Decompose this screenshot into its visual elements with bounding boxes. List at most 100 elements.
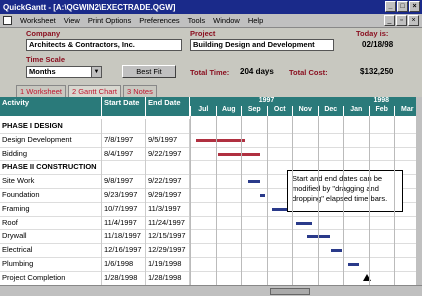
activity-cell[interactable]: Drywall: [0, 229, 102, 244]
table-row[interactable]: Plumbing 1/6/1998 1/19/1998: [0, 257, 416, 271]
month-gridline: [317, 116, 319, 285]
end-date-cell[interactable]: 9/29/1997: [146, 188, 190, 202]
month-gridline: [266, 116, 268, 285]
activity-cell[interactable]: Foundation: [0, 188, 102, 202]
menu-preferences[interactable]: Preferences: [139, 16, 179, 25]
milestone-marker[interactable]: [362, 273, 371, 281]
elapsed-time-bar[interactable]: [307, 235, 330, 239]
today-label: Today is:: [356, 29, 389, 38]
menu-worksheet[interactable]: Worksheet: [20, 16, 56, 25]
elapsed-time-bar[interactable]: [295, 221, 313, 225]
menu-help[interactable]: Help: [248, 16, 263, 25]
start-date-cell[interactable]: 12/16/1997: [102, 243, 146, 258]
activity-cell[interactable]: Design Development: [0, 132, 102, 147]
title-bar[interactable]: QuickGantt - [A:\QGWIN2\EXECTRADE.QGW] _…: [0, 0, 422, 14]
menu-view[interactable]: View: [64, 16, 80, 25]
activity-cell[interactable]: Site Work: [0, 174, 102, 189]
start-date-cell[interactable]: 1/6/1998: [102, 257, 146, 271]
vertical-scrollbar[interactable]: [416, 97, 422, 285]
month-gridline: [241, 116, 242, 285]
month-gridline: [343, 116, 344, 285]
scrollbar-thumb[interactable]: [270, 288, 310, 295]
end-date-cell[interactable]: 11/3/1997: [146, 201, 190, 216]
activity-cell[interactable]: Framing: [0, 201, 102, 216]
table-row[interactable]: Design Development 7/8/1997 9/5/1997: [0, 132, 416, 147]
tab-worksheet[interactable]: 1 Worksheet: [16, 85, 66, 97]
end-date-cell[interactable]: 1/19/1998: [146, 257, 190, 271]
doc-minimize-button[interactable]: _: [384, 15, 395, 26]
month-gridline: [368, 116, 370, 285]
end-date-cell[interactable]: 9/22/1997: [146, 174, 190, 189]
month-label: Sep: [241, 106, 267, 116]
close-button[interactable]: ×: [409, 1, 420, 12]
company-field[interactable]: Architects & Contractors, Inc.: [26, 39, 182, 51]
end-date-cell[interactable]: 9/22/1997: [146, 146, 190, 161]
menu-print-options[interactable]: Print Options: [88, 16, 131, 25]
end-column-header[interactable]: End Date: [146, 97, 190, 116]
tab-notes[interactable]: 3 Notes: [123, 85, 157, 97]
elapsed-time-bar[interactable]: [218, 152, 260, 156]
start-date-cell[interactable]: 1/28/1998: [102, 270, 146, 285]
table-row[interactable]: Bidding 8/4/1997 9/22/1997: [0, 146, 416, 161]
month-gridline: [394, 116, 395, 285]
activity-column-header[interactable]: Activity: [0, 97, 102, 116]
start-column-header[interactable]: Start Date: [102, 97, 146, 116]
activity-cell[interactable]: Project Completion: [0, 270, 102, 285]
minimize-button[interactable]: _: [385, 1, 396, 12]
year-label: 1998: [373, 97, 390, 104]
month-label: Dec: [317, 106, 343, 116]
month-label: Mar: [394, 106, 416, 116]
start-date-cell[interactable]: 11/18/1997: [102, 229, 146, 244]
start-date-cell[interactable]: 7/8/1997: [102, 132, 146, 147]
start-date-cell[interactable]: 8/4/1997: [102, 146, 146, 161]
project-field[interactable]: Building Design and Development: [190, 39, 334, 51]
table-row[interactable]: Project Completion 1/28/1998 1/28/1998: [0, 270, 416, 285]
elapsed-time-bar[interactable]: [330, 249, 342, 253]
activity-cell[interactable]: Bidding: [0, 146, 102, 161]
chevron-down-icon[interactable]: ▼: [91, 67, 101, 77]
end-date-cell[interactable]: 9/5/1997: [146, 132, 190, 147]
total-time-label: Total Time:: [190, 68, 230, 77]
timescale-select[interactable]: Months ▼: [26, 66, 102, 78]
end-date-cell[interactable]: [146, 160, 190, 175]
tab-gantt-chart[interactable]: 2 Gantt Chart: [67, 85, 121, 97]
elapsed-time-bar[interactable]: [348, 263, 360, 266]
activity-cell[interactable]: Electrical: [0, 243, 102, 258]
start-date-cell[interactable]: [102, 160, 146, 175]
menu-window[interactable]: Window: [213, 16, 240, 25]
menu-bar: Worksheet View Print Options Preferences…: [0, 14, 422, 27]
total-cost-label: Total Cost:: [289, 68, 328, 77]
start-date-cell[interactable]: 9/8/1997: [102, 174, 146, 189]
end-date-cell[interactable]: 1/28/1998: [146, 270, 190, 285]
best-fit-button[interactable]: Best Fit: [122, 65, 176, 78]
end-date-cell[interactable]: [146, 119, 190, 133]
maximize-button[interactable]: □: [397, 1, 408, 12]
activity-cell[interactable]: Plumbing: [0, 257, 102, 271]
month-gridline: [292, 116, 293, 285]
start-date-cell[interactable]: 9/23/1997: [102, 188, 146, 202]
activity-cell[interactable]: PHASE I DESIGN: [0, 119, 102, 133]
start-date-cell[interactable]: [102, 119, 146, 133]
month-label: Aug: [215, 106, 241, 116]
start-date-cell[interactable]: 11/4/1997: [102, 215, 146, 230]
document-icon[interactable]: [3, 16, 12, 25]
end-date-cell[interactable]: 12/15/1997: [146, 229, 190, 244]
activity-cell[interactable]: Roof: [0, 215, 102, 230]
horizontal-scrollbar[interactable]: [0, 285, 422, 296]
elapsed-time-bar[interactable]: [260, 194, 266, 197]
table-row[interactable]: Roof 11/4/1997 11/24/1997: [0, 215, 416, 230]
end-date-cell[interactable]: 11/24/1997: [146, 215, 190, 230]
table-row[interactable]: Electrical 12/16/1997 12/29/1997: [0, 243, 416, 258]
menu-tools[interactable]: Tools: [188, 16, 206, 25]
elapsed-time-bar[interactable]: [195, 138, 246, 142]
doc-close-button[interactable]: ×: [408, 15, 419, 26]
table-row[interactable]: Drywall 11/18/1997 12/15/1997: [0, 229, 416, 244]
end-date-cell[interactable]: 12/29/1997: [146, 243, 190, 258]
phase-row[interactable]: PHASE I DESIGN: [0, 119, 416, 133]
elapsed-time-bar[interactable]: [247, 180, 260, 184]
activity-cell[interactable]: PHASE II CONSTRUCTION: [0, 160, 102, 175]
timescale-value: Months: [29, 67, 56, 76]
start-date-cell[interactable]: 10/7/1997: [102, 201, 146, 216]
month-label: Jan: [343, 106, 369, 116]
doc-restore-button[interactable]: ▫: [396, 15, 407, 26]
